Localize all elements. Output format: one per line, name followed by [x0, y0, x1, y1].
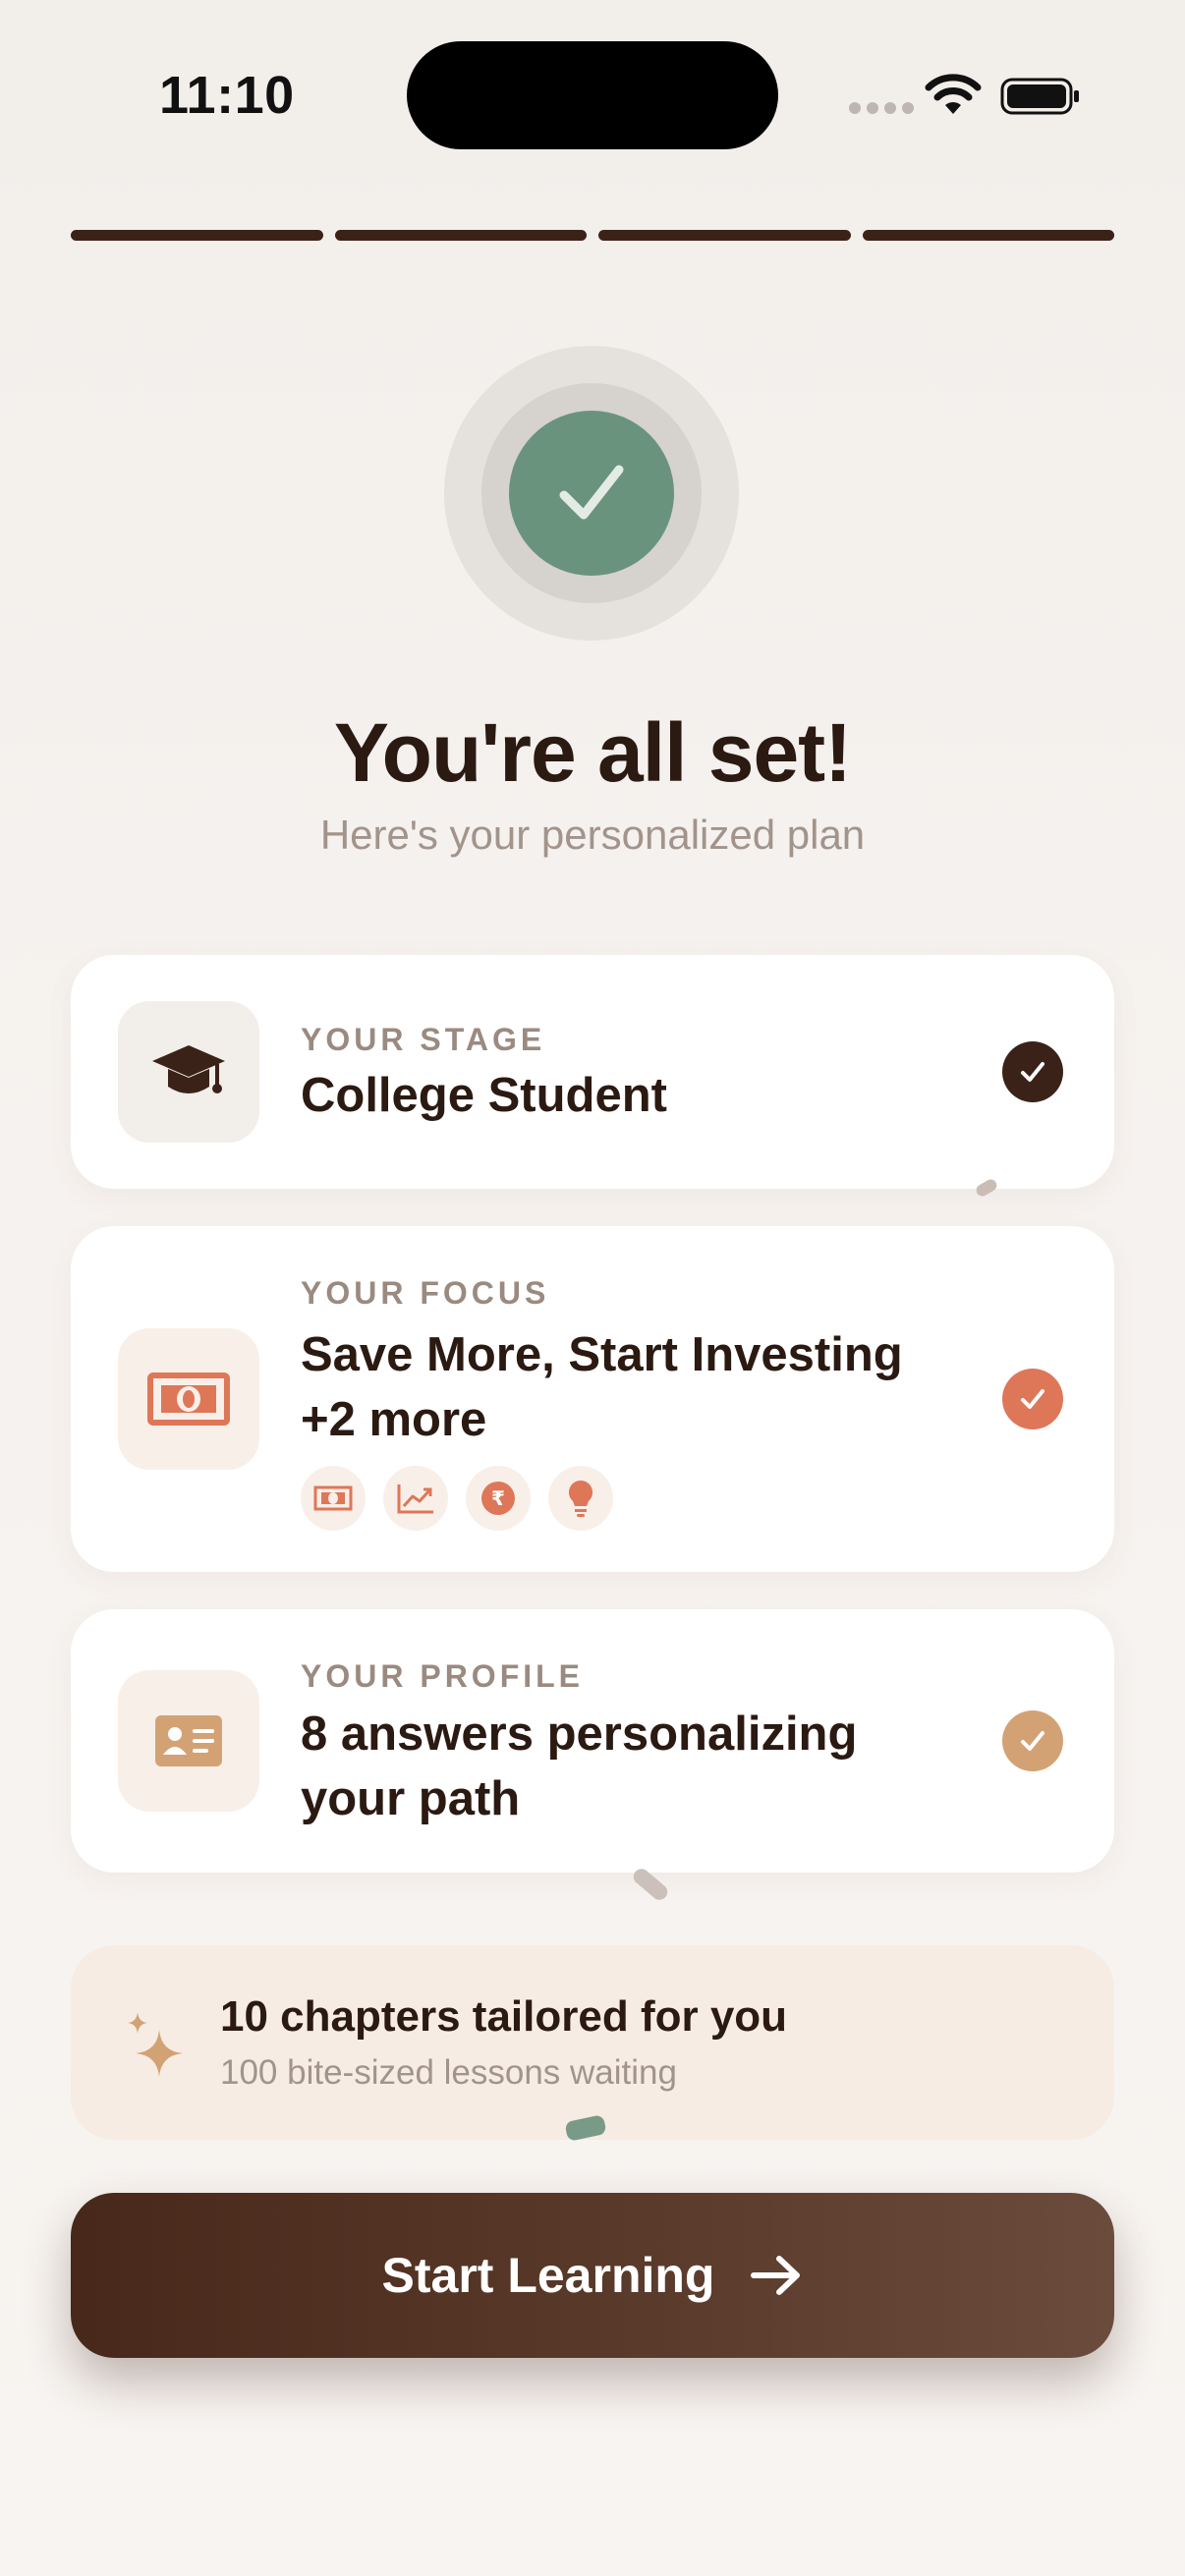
focus-label: YOUR FOCUS: [301, 1275, 550, 1311]
profile-label: YOUR PROFILE: [301, 1658, 585, 1694]
banknote-icon: [301, 1466, 366, 1531]
progress-step: [71, 230, 323, 241]
stage-check-icon: [1002, 1041, 1063, 1102]
banknote-icon: [118, 1328, 259, 1470]
start-learning-button[interactable]: Start Learning: [71, 2193, 1114, 2358]
start-learning-label: Start Learning: [381, 2248, 715, 2303]
sparkle-icon: [128, 2012, 183, 2077]
profile-card[interactable]: YOUR PROFILE 8 answers personalizing you…: [71, 1609, 1114, 1873]
battery-icon: [1000, 78, 1079, 115]
focus-chips: ₹: [301, 1466, 613, 1531]
graduation-cap-icon: [118, 1001, 259, 1143]
chapters-banner: 10 chapters tailored for you 100 bite-si…: [71, 1945, 1114, 2140]
stage-value: College Student: [301, 1069, 667, 1122]
page-title: You're all set!: [333, 706, 852, 799]
dynamic-island: [407, 41, 778, 149]
progress-step: [862, 230, 1114, 241]
status-time: 11:10: [159, 66, 295, 125]
stage-label: YOUR STAGE: [301, 1022, 546, 1057]
focus-card[interactable]: YOUR FOCUS Save More, Start Investing +2…: [71, 1226, 1114, 1572]
progress-step: [598, 230, 851, 241]
wifi-icon: [925, 74, 982, 114]
stage-card[interactable]: YOUR STAGE College Student: [71, 955, 1114, 1189]
status-bar: 11:10: [0, 0, 1185, 187]
lightbulb-icon: [548, 1466, 613, 1531]
progress-step: [334, 230, 587, 241]
profile-check-icon: [1002, 1710, 1063, 1771]
cellular-signal-icon: [849, 102, 914, 114]
chapters-subtitle: 100 bite-sized lessons waiting: [220, 2053, 677, 2092]
focus-value: Save More, Start Investing +2 more: [301, 1328, 903, 1446]
chapters-title: 10 chapters tailored for you: [220, 1992, 788, 2041]
onboarding-progress: [71, 230, 1114, 241]
id-card-icon: [118, 1670, 259, 1812]
success-check-icon: [509, 411, 674, 576]
focus-check-icon: [1002, 1369, 1063, 1429]
profile-value: 8 answers personalizing your path: [301, 1708, 858, 1825]
rupee-icon: ₹: [466, 1466, 531, 1531]
trending-up-icon: [383, 1466, 448, 1531]
arrow-right-icon: [751, 2256, 801, 2295]
svg-text:₹: ₹: [491, 1486, 505, 1510]
page-subtitle: Here's your personalized plan: [319, 812, 866, 858]
